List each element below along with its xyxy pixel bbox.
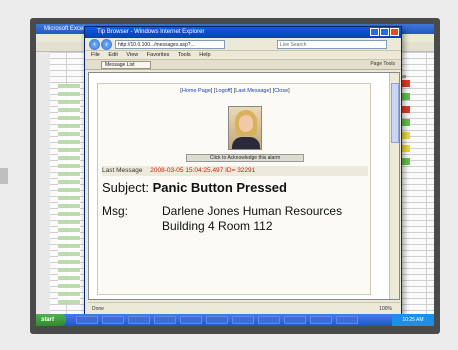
forward-arrow-icon[interactable]: ›: [101, 39, 112, 50]
taskbar-item[interactable]: [284, 316, 306, 324]
taskbar-item[interactable]: [180, 316, 202, 324]
acknowledge-alarm-button[interactable]: Click to Acknowledge this alarm: [186, 154, 304, 162]
taskbar-item[interactable]: [102, 316, 124, 324]
start-button[interactable]: start: [36, 314, 66, 326]
taskbar: start 10:25 AM: [36, 314, 434, 326]
menu-file[interactable]: File: [91, 52, 100, 58]
close-button[interactable]: [390, 28, 399, 36]
status-text: Done: [92, 306, 104, 312]
minimize-button[interactable]: [370, 28, 379, 36]
browser-status-bar: Done 100%: [88, 302, 400, 314]
taskbar-item[interactable]: [232, 316, 254, 324]
link-home-page[interactable]: Home Page: [182, 88, 211, 94]
last-message-label: Last Message: [102, 167, 143, 174]
menu-bar: File Edit View Favorites Tools Help: [85, 51, 401, 60]
menu-help[interactable]: Help: [199, 52, 210, 58]
last-message-row: Last Message 2008-03-05 15:04:25.497 ID=…: [102, 166, 368, 176]
favorites-bar: Message List Page Tools: [85, 60, 401, 70]
subject-label: Subject:: [102, 180, 149, 195]
menu-favorites[interactable]: Favorites: [147, 52, 170, 58]
alarm-panel: [Home Page] [Logoff] [Last Message] [Clo…: [97, 83, 371, 295]
last-message-value: 2008-03-05 15:04:25.497 ID= 32291: [150, 167, 256, 174]
msg-value: Darlene Jones Human Resources Building 4…: [162, 204, 343, 233]
row-headers: [36, 52, 50, 314]
photo-frame: Microsoft Excel Status Tip Browser - Win…: [0, 0, 458, 350]
frame-edge: [0, 168, 8, 184]
taskbar-item[interactable]: [76, 316, 98, 324]
link-close[interactable]: Close: [274, 88, 288, 94]
taskbar-item[interactable]: [206, 316, 228, 324]
link-logoff[interactable]: Logoff: [215, 88, 230, 94]
taskbar-item[interactable]: [128, 316, 150, 324]
menu-tools[interactable]: Tools: [178, 52, 191, 58]
browser-title: Tip Browser - Windows Internet Explorer: [97, 29, 205, 35]
taskbar-item[interactable]: [154, 316, 176, 324]
highlighted-column: [58, 84, 80, 304]
address-row: ‹ › http://10.0.100.../messages.asp?... …: [85, 38, 401, 51]
search-input[interactable]: Live Search: [277, 40, 387, 49]
taskbar-item[interactable]: [258, 316, 280, 324]
tab-message-list[interactable]: Message List: [101, 61, 151, 69]
photo-face: [239, 115, 253, 132]
msg-label: Msg:: [102, 204, 129, 218]
page-tools-menu[interactable]: Page Tools: [370, 61, 395, 67]
browser-title-bar[interactable]: Tip Browser - Windows Internet Explorer: [85, 27, 401, 38]
person-photo: [228, 106, 262, 150]
taskbar-item[interactable]: [336, 316, 358, 324]
menu-view[interactable]: View: [126, 52, 138, 58]
scrollbar-thumb[interactable]: [391, 83, 399, 143]
page-viewport: [Home Page] [Logoff] [Last Message] [Clo…: [88, 72, 400, 300]
system-tray-clock[interactable]: 10:25 AM: [392, 314, 434, 326]
page-nav-links: [Home Page] [Logoff] [Last Message] [Clo…: [180, 88, 290, 94]
subject-value: Panic Button Pressed: [152, 180, 287, 195]
subject-line: Subject: Panic Button Pressed: [102, 180, 287, 195]
menu-edit[interactable]: Edit: [108, 52, 117, 58]
link-last-message[interactable]: Last Message: [235, 88, 269, 94]
browser-window[interactable]: Tip Browser - Windows Internet Explorer …: [84, 26, 402, 318]
maximize-button[interactable]: [380, 28, 389, 36]
back-arrow-icon[interactable]: ‹: [89, 39, 100, 50]
photo-torso: [232, 137, 260, 149]
address-bar[interactable]: http://10.0.100.../messages.asp?...: [115, 40, 225, 49]
desktop-screen: Microsoft Excel Status Tip Browser - Win…: [36, 24, 434, 326]
vertical-scrollbar[interactable]: [389, 73, 399, 299]
taskbar-item[interactable]: [310, 316, 332, 324]
